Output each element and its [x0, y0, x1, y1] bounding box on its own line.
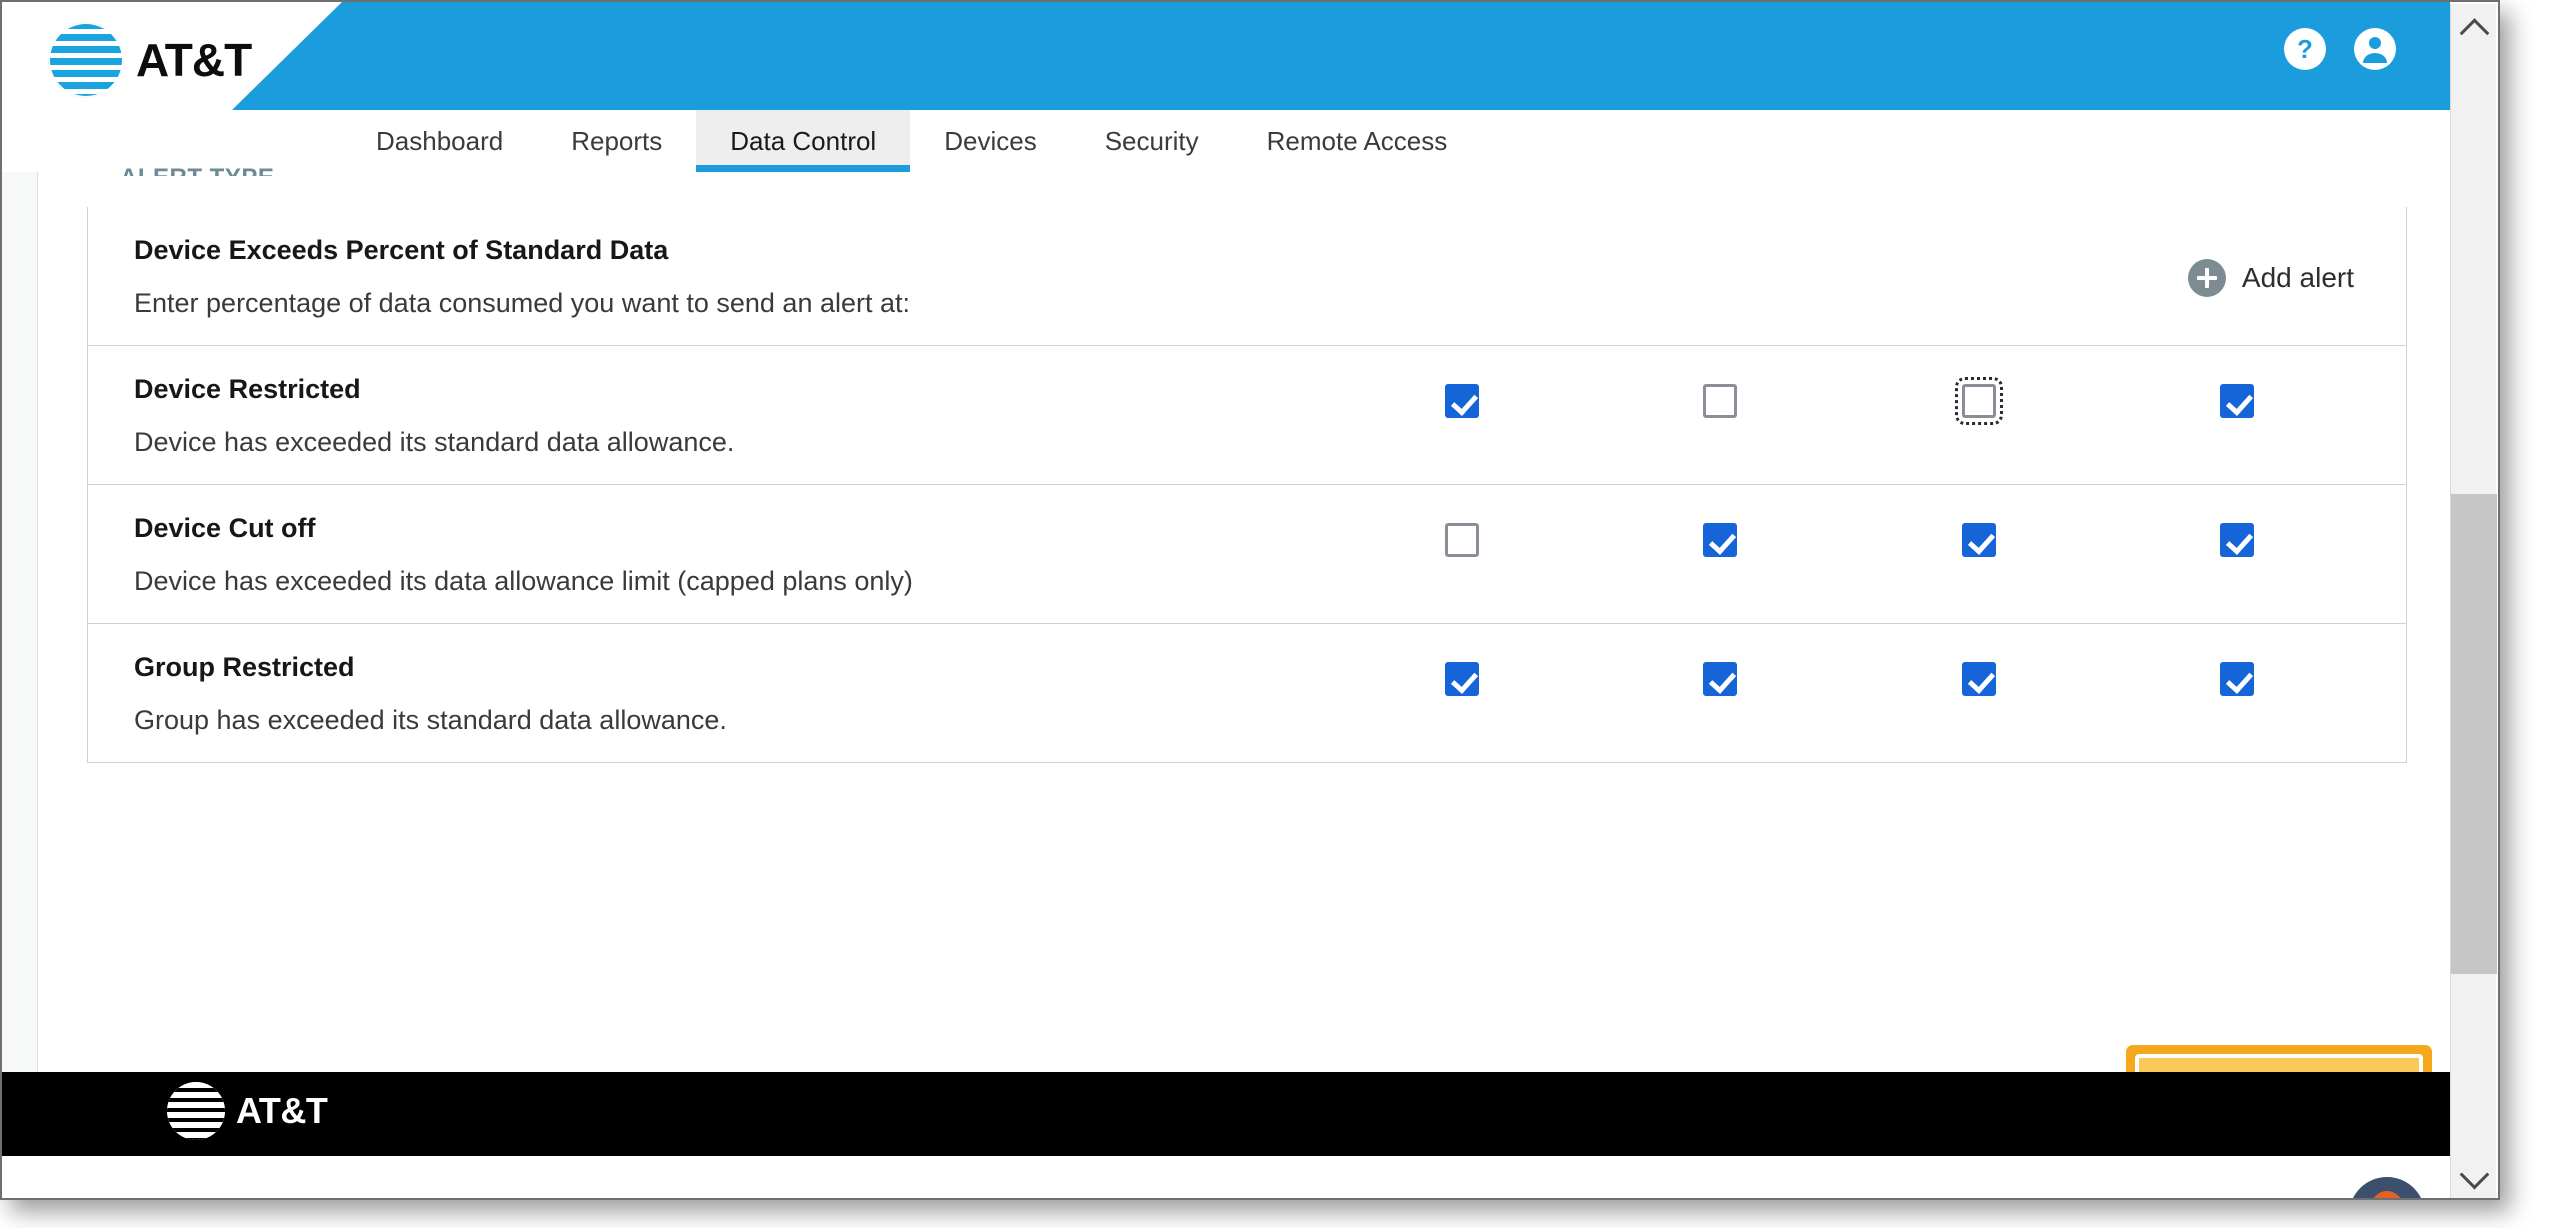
tab-label: Remote Access — [1266, 125, 1448, 156]
add-alert-button[interactable]: Add alert — [2187, 259, 2354, 297]
chevron-down-icon[interactable] — [2451, 1154, 2497, 1198]
row-title: Device Restricted — [134, 374, 361, 404]
checkbox-cell-3 — [1955, 377, 2003, 425]
alert-checkbox-group-restricted-col3[interactable] — [1962, 662, 1996, 696]
checkbox-cell-1 — [1445, 662, 1479, 696]
checkbox-cell-2 — [1703, 384, 1737, 418]
row-description: Enter percentage of data consumed you wa… — [134, 288, 910, 318]
checkbox-cell-2 — [1703, 523, 1737, 557]
alert-checkbox-device-restricted-col1[interactable] — [1445, 384, 1479, 418]
checkbox-cell-4 — [2220, 662, 2254, 696]
tab-label: Reports — [571, 125, 663, 156]
left-gutter-divider — [37, 172, 38, 1072]
chevron-up-icon[interactable] — [2451, 4, 2497, 50]
att-logo[interactable]: AT&T — [48, 22, 252, 98]
row-title: Group Restricted — [134, 652, 355, 682]
avatar-hair — [2371, 1191, 2403, 1198]
plus-circle-icon — [2187, 259, 2226, 297]
alert-checkbox-device-cut-off-col1[interactable] — [1445, 523, 1479, 557]
row-title: Device Cut off — [134, 513, 316, 543]
page-footer: AT&T — [2, 1072, 2450, 1156]
alert-row-group-restricted: Group Restricted Group has exceeded its … — [88, 623, 2406, 762]
svg-text:?: ? — [2297, 34, 2313, 64]
footer-att-wordmark: AT&T — [236, 1090, 328, 1131]
alert-checkbox-group-restricted-col2[interactable] — [1703, 662, 1737, 696]
alert-row-percent-of-standard-data: Device Exceeds Percent of Standard Data … — [88, 207, 2406, 345]
page-body: ALERT TYPE Device Exceeds Percent of Sta… — [2, 164, 2450, 1198]
checkbox-cell-1 — [1445, 523, 1479, 557]
alert-checkbox-group-restricted-col1[interactable] — [1445, 662, 1479, 696]
vertical-scrollbar[interactable] — [2450, 4, 2497, 1198]
row-description: Group has exceeded its standard data all… — [134, 705, 727, 735]
tab-data-control[interactable]: Data Control — [696, 110, 911, 189]
alert-checkbox-group-restricted-col4[interactable] — [2220, 662, 2254, 696]
row-description: Device has exceeded its standard data al… — [134, 427, 735, 457]
active-tab-underline — [696, 165, 911, 172]
masthead-icon-group: ? — [2284, 28, 2396, 70]
checkbox-cell-2 — [1703, 662, 1737, 696]
main-navigation: Dashboard Reports Data Control Devices S… — [2, 110, 2450, 189]
checkbox-cell-3 — [1962, 523, 1996, 557]
footer-att-logo[interactable]: AT&T — [167, 1082, 328, 1140]
add-alert-label: Add alert — [2241, 262, 2354, 293]
checkbox-cell-1 — [1445, 384, 1479, 418]
alert-checkbox-device-restricted-col3[interactable] — [1955, 377, 2003, 425]
tab-label: Devices — [944, 125, 1037, 156]
tab-label: Dashboard — [376, 125, 504, 156]
alert-checkbox-device-restricted-col4[interactable] — [2220, 384, 2254, 418]
att-globe-icon — [48, 22, 124, 98]
tab-label: Data Control — [730, 125, 877, 156]
browser-window: AT&T ? Dashboard Reports Data Control De… — [0, 0, 2500, 1200]
alert-row-device-cut-off: Device Cut off Device has exceeded its d… — [88, 484, 2406, 623]
alert-row-device-restricted: Device Restricted Device has exceeded it… — [88, 345, 2406, 484]
tab-remote-access[interactable]: Remote Access — [1233, 110, 1482, 172]
checkbox-cell-4 — [2220, 523, 2254, 557]
help-icon[interactable]: ? — [2284, 28, 2326, 70]
left-gutter — [2, 172, 37, 1072]
scrollbar-thumb[interactable] — [2451, 494, 2497, 974]
att-globe-icon — [167, 1082, 225, 1140]
tab-devices[interactable]: Devices — [910, 110, 1070, 172]
checkbox-cell-4 — [2220, 384, 2254, 418]
tab-label: Security — [1104, 125, 1199, 156]
nav-tab-list: Dashboard Reports Data Control Devices S… — [342, 110, 1482, 189]
tab-security[interactable]: Security — [1071, 110, 1233, 172]
scrolled-off-section-heading: ALERT TYPE — [120, 164, 274, 176]
att-wordmark: AT&T — [136, 34, 252, 86]
alert-settings-card: Device Exceeds Percent of Standard Data … — [87, 207, 2407, 763]
alert-checkbox-device-restricted-col2[interactable] — [1703, 384, 1737, 418]
masthead: AT&T ? — [2, 2, 2450, 110]
row-description: Device has exceeded its data allowance l… — [134, 566, 913, 596]
checkbox-cell-3 — [1962, 662, 1996, 696]
alert-checkbox-device-cut-off-col2[interactable] — [1703, 523, 1737, 557]
row-title: Device Exceeds Percent of Standard Data — [134, 235, 669, 265]
chat-assistant-avatar-button[interactable] — [2349, 1177, 2425, 1198]
user-account-icon[interactable] — [2354, 28, 2396, 70]
alert-checkbox-device-cut-off-col4[interactable] — [2220, 523, 2254, 557]
tab-reports[interactable]: Reports — [537, 110, 696, 172]
tab-dashboard[interactable]: Dashboard — [342, 110, 537, 172]
alert-checkbox-device-cut-off-col3[interactable] — [1962, 523, 1996, 557]
